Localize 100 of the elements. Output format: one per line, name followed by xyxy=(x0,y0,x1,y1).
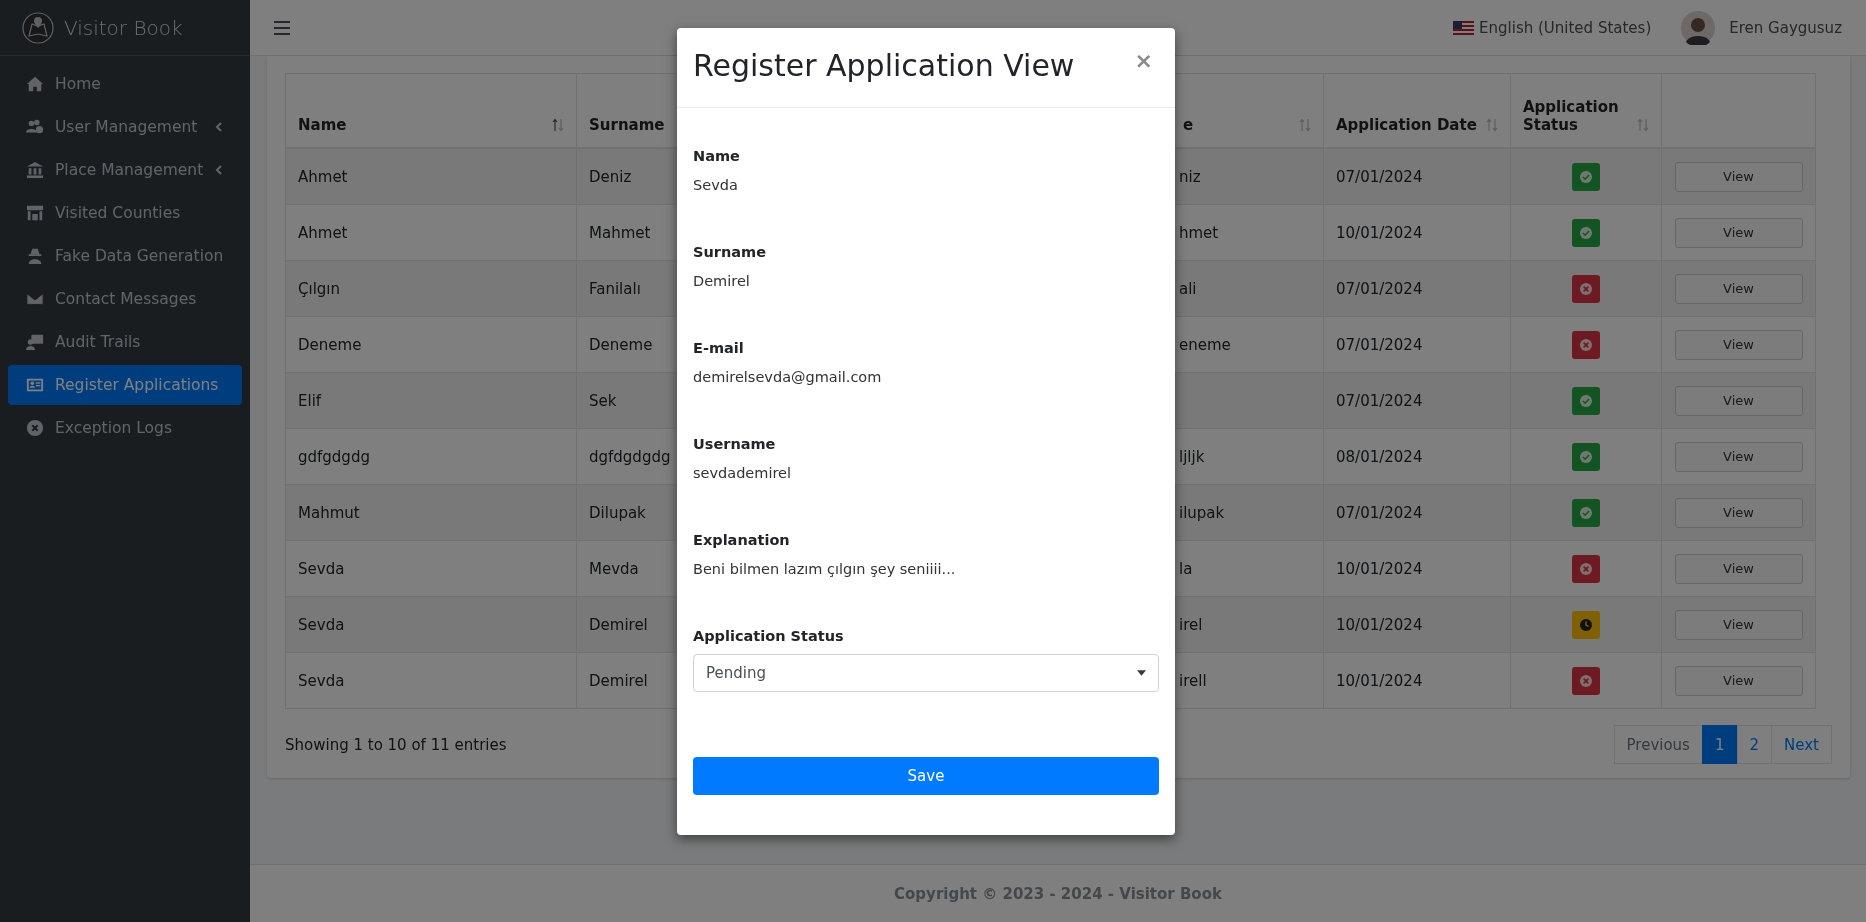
status-badge-icon xyxy=(1572,498,1600,527)
table-cell: 07/01/2024 xyxy=(1336,503,1423,522)
flag-icon xyxy=(1453,20,1475,35)
view-button[interactable]: View xyxy=(1674,217,1803,248)
table-cell: irell xyxy=(1179,671,1207,690)
sidebar-item[interactable]: Register Applications xyxy=(8,365,242,405)
sort-icon[interactable] xyxy=(552,118,564,132)
table-cell: dgfdgdgdg xyxy=(589,447,671,466)
column-header[interactable]: Surname xyxy=(589,116,665,134)
table-cell: niz xyxy=(1179,167,1201,186)
table-cell: Sek xyxy=(589,391,617,410)
view-button[interactable]: View xyxy=(1674,553,1803,584)
status-badge-icon xyxy=(1572,554,1600,583)
field-label: Application Status xyxy=(693,628,845,644)
status-badge-icon xyxy=(1572,386,1600,415)
field-label: Explanation xyxy=(693,532,791,548)
table-cell: Mahmet xyxy=(589,223,651,242)
view-button[interactable]: View xyxy=(1674,441,1803,472)
store-icon xyxy=(25,204,45,222)
save-button[interactable]: Save xyxy=(693,757,1159,795)
field-label: Name xyxy=(693,148,741,164)
table-cell: 10/01/2024 xyxy=(1336,671,1423,690)
table-cell: Sevda xyxy=(298,615,345,634)
sidebar-item[interactable]: Audit Trails xyxy=(8,322,242,362)
view-button[interactable]: View xyxy=(1674,329,1803,360)
avatar-icon[interactable] xyxy=(1681,10,1716,45)
user-name[interactable]: Eren Gaygusuz xyxy=(1729,18,1842,37)
field-value: Demirel xyxy=(693,273,751,289)
table-cell: hmet xyxy=(1179,223,1219,242)
table-cell: Demirel xyxy=(589,671,648,690)
sidebar-item[interactable]: User Management xyxy=(8,107,242,147)
column-header[interactable]: e xyxy=(1183,116,1194,134)
status-badge-icon xyxy=(1572,666,1600,695)
table-cell: Ahmet xyxy=(298,167,348,186)
sidebar-item[interactable]: Place Management xyxy=(8,150,242,190)
house-icon xyxy=(25,75,45,93)
sidebar-item[interactable]: Visited Counties xyxy=(8,193,242,233)
page-link[interactable]: 1 xyxy=(1701,725,1738,764)
table-cell: irel xyxy=(1179,615,1203,634)
table-cell: Dilupak xyxy=(589,503,646,522)
column-header[interactable]: Name xyxy=(298,116,347,134)
field-label: E-mail xyxy=(693,340,745,356)
sort-icon[interactable] xyxy=(1637,118,1649,132)
caret-icon xyxy=(1137,670,1146,676)
table-cell: la xyxy=(1179,559,1193,578)
sidebar-item[interactable]: Exception Logs xyxy=(8,408,242,448)
field-value: Beni bilmen lazım çılgın şey seniiii... xyxy=(693,561,957,577)
column-header[interactable]: Application Date xyxy=(1336,116,1477,134)
chevron-icon xyxy=(214,122,224,132)
status-badge-icon xyxy=(1572,442,1600,471)
view-button[interactable]: View xyxy=(1674,161,1803,192)
view-button[interactable]: View xyxy=(1674,385,1803,416)
sidebar-item[interactable]: Home xyxy=(8,64,242,104)
table-cell: Fanilalı xyxy=(589,279,641,298)
status-select[interactable]: Pending xyxy=(693,654,1159,692)
table-cell: 07/01/2024 xyxy=(1336,335,1423,354)
field-label: Username xyxy=(693,436,777,452)
field-value: demirelsevda@gmail.com xyxy=(693,369,883,385)
close-button[interactable]: × xyxy=(1128,50,1159,72)
table-cell: 10/01/2024 xyxy=(1336,223,1423,242)
view-button[interactable]: View xyxy=(1674,273,1803,304)
id-card-icon xyxy=(25,376,45,394)
table-cell: Sevda xyxy=(298,671,345,690)
status-badge-icon xyxy=(1572,330,1600,359)
chevron-icon xyxy=(214,165,224,175)
table-cell: Mevda xyxy=(589,559,639,578)
table-cell: 07/01/2024 xyxy=(1336,279,1423,298)
users-icon xyxy=(25,118,45,136)
view-button[interactable]: View xyxy=(1674,497,1803,528)
table-cell: Ahmet xyxy=(298,223,348,242)
sidebar-item[interactable]: Fake Data Generation xyxy=(8,236,242,276)
x-circle-icon xyxy=(25,419,45,437)
sort-icon[interactable] xyxy=(1486,118,1498,132)
table-cell: 10/01/2024 xyxy=(1336,615,1423,634)
table-cell: Elif xyxy=(298,391,322,410)
brand-title[interactable]: Visitor Book xyxy=(64,15,183,40)
map-logo-icon xyxy=(22,11,54,44)
field-value: Sevda xyxy=(693,177,739,193)
entries-info: Showing 1 to 10 of 11 entries xyxy=(285,735,507,754)
table-cell: Deneme xyxy=(589,335,653,354)
status-badge-icon xyxy=(1572,610,1600,639)
table-cell: 07/01/2024 xyxy=(1336,391,1423,410)
page-link[interactable]: Next xyxy=(1771,725,1832,764)
sidebar-item[interactable]: Contact Messages xyxy=(8,279,242,319)
table-cell: ilupak xyxy=(1179,503,1225,522)
page-link[interactable]: 2 xyxy=(1736,725,1773,764)
table-cell: eneme xyxy=(1179,335,1231,354)
copyright-text: Copyright © 2023 - 2024 - Visitor Book xyxy=(894,884,1222,903)
table-cell: ali xyxy=(1179,279,1197,298)
table-cell: ljljk xyxy=(1179,447,1205,466)
table-cell: Sevda xyxy=(298,559,345,578)
table-cell: Deneme xyxy=(298,335,362,354)
table-cell: Deniz xyxy=(589,167,632,186)
table-cell: 07/01/2024 xyxy=(1336,167,1423,186)
language-selector[interactable]: English (United States) xyxy=(1479,18,1652,37)
sort-icon[interactable] xyxy=(1299,118,1311,132)
view-button[interactable]: View xyxy=(1674,609,1803,640)
table-cell: 10/01/2024 xyxy=(1336,559,1423,578)
menu-icon[interactable] xyxy=(274,20,290,35)
view-button[interactable]: View xyxy=(1674,665,1803,696)
